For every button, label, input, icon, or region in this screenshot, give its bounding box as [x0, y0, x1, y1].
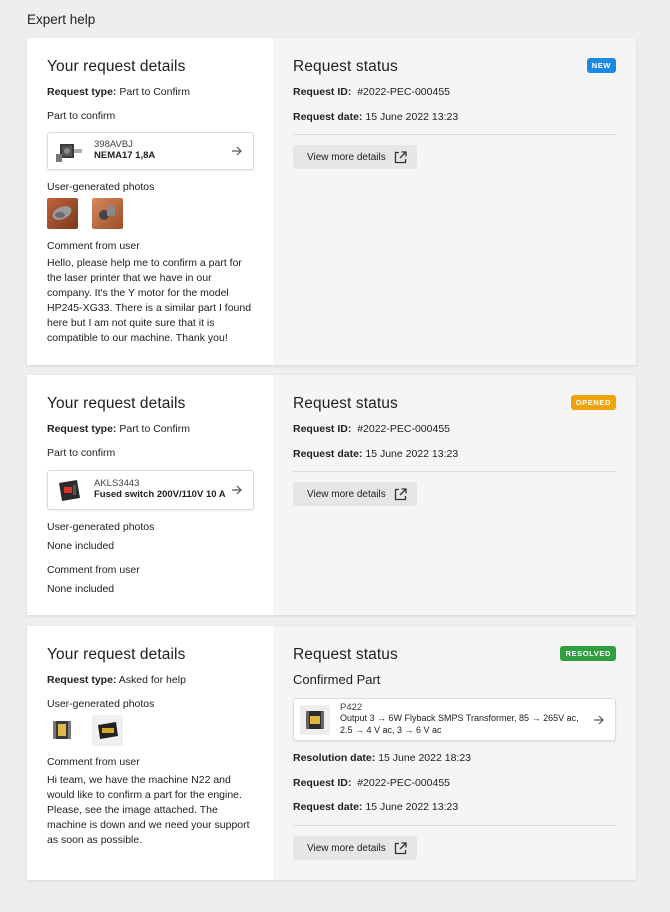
- request-id-label: Request ID:: [293, 423, 352, 435]
- fused-switch-image: [54, 475, 84, 505]
- photo-list: [47, 198, 129, 234]
- status-badge: RESOLVED: [560, 646, 616, 661]
- divider: [293, 471, 616, 472]
- request-date-label: Request date:: [293, 801, 363, 813]
- resolution-date-value: 15 June 2022 18:23: [378, 752, 472, 764]
- part-heading: Part to confirm: [47, 110, 116, 122]
- request-date-value: 15 June 2022 13:23: [365, 111, 459, 123]
- arrow-right-icon: [232, 146, 242, 156]
- status-title: Request status: [293, 58, 398, 75]
- divider: [293, 134, 616, 135]
- external-link-icon: [394, 150, 407, 163]
- request-type: Request type: Part to Confirm: [47, 423, 190, 435]
- view-more-details-button[interactable]: View more details: [293, 145, 417, 169]
- request-id-value: #2022-PEC-000455: [357, 86, 451, 98]
- user-photo[interactable]: [92, 198, 124, 229]
- part-link[interactable]: 398AVBJ NEMA17 1,8A: [47, 132, 254, 170]
- part-name: Fused switch 200V/110V 10 A: [94, 489, 226, 501]
- confirmed-part-heading: Confirmed Part: [293, 672, 381, 687]
- part-code: P422: [340, 702, 363, 714]
- request-type-label: Request type:: [47, 86, 117, 98]
- request-date-value: 15 June 2022 13:23: [365, 448, 459, 460]
- part-link[interactable]: AKLS3443 Fused switch 200V/110V 10 A: [47, 470, 254, 510]
- status-badge: OPENED: [570, 395, 616, 410]
- details-title: Your request details: [47, 58, 186, 75]
- arrow-right-icon: [232, 485, 242, 495]
- part-code: AKLS3443: [94, 478, 140, 490]
- photo-list: [47, 715, 129, 751]
- details-title: Your request details: [47, 646, 186, 663]
- part-code: 398AVBJ: [94, 139, 133, 151]
- request-id: Request ID: #2022-PEC-000455: [293, 86, 450, 98]
- request-date: Request date: 15 June 2022 13:23: [293, 801, 458, 813]
- resolution-date-label: Resolution date:: [293, 752, 376, 764]
- confirmed-part-link[interactable]: P422 Output 3 → 6W Flyback SMPS Transfor…: [293, 698, 616, 741]
- request-date: Request date: 15 June 2022 13:23: [293, 111, 458, 123]
- photos-heading: User-generated photos: [47, 698, 155, 710]
- part-name: Output 3 → 6W Flyback SMPS Transformer, …: [340, 713, 579, 735]
- user-photo[interactable]: [47, 715, 78, 746]
- request-card-2: Your request details Request type: Part …: [27, 375, 636, 615]
- request-date: Request date: 15 June 2022 13:23: [293, 448, 458, 460]
- user-comment: Hi team, we have the machine N22 and wou…: [47, 774, 250, 846]
- comment-heading: Comment from user: [47, 564, 140, 576]
- divider: [293, 825, 616, 826]
- arrow-right-icon: [594, 715, 604, 724]
- request-details-panel: Your request details Request type: Part …: [27, 375, 273, 615]
- external-link-icon: [394, 487, 407, 500]
- request-status-panel: Request status NEW Request ID: #2022-PEC…: [273, 38, 636, 365]
- view-more-label: View more details: [307, 488, 386, 500]
- user-photo[interactable]: [47, 198, 78, 229]
- request-id: Request ID: #2022-PEC-000455: [293, 423, 450, 435]
- request-type: Request type: Asked for help: [47, 674, 186, 686]
- status-badge: NEW: [586, 58, 616, 73]
- request-details-panel: Your request details Request type: Part …: [27, 38, 273, 365]
- motor-image: [54, 136, 84, 166]
- request-date-label: Request date:: [293, 111, 363, 123]
- view-more-details-button[interactable]: View more details: [293, 836, 417, 860]
- photos-heading: User-generated photos: [47, 181, 155, 193]
- request-status-panel: Request status OPENED Request ID: #2022-…: [273, 375, 636, 615]
- view-more-details-button[interactable]: View more details: [293, 482, 417, 506]
- user-comment: None included: [47, 583, 115, 595]
- request-details-panel: Your request details Request type: Asked…: [27, 626, 273, 880]
- transformer-image: [300, 704, 330, 735]
- user-comment: Hello, please help me to confirm a part …: [47, 257, 252, 344]
- request-type-label: Request type:: [47, 674, 117, 686]
- request-type: Request type: Part to Confirm: [47, 86, 190, 98]
- part-name: NEMA17 1,8A: [94, 150, 156, 162]
- photos-heading: User-generated photos: [47, 521, 155, 533]
- user-photo[interactable]: [92, 715, 124, 746]
- status-title: Request status: [293, 395, 398, 412]
- comment-heading: Comment from user: [47, 240, 140, 252]
- comment-heading: Comment from user: [47, 756, 140, 768]
- request-type-value: Part to Confirm: [119, 423, 190, 435]
- page-title: Expert help: [27, 12, 96, 27]
- view-more-label: View more details: [307, 151, 386, 163]
- request-card-3: Your request details Request type: Asked…: [27, 626, 636, 880]
- request-id: Request ID: #2022-PEC-000455: [293, 777, 450, 789]
- request-id-value: #2022-PEC-000455: [357, 423, 451, 435]
- request-type-value: Part to Confirm: [119, 86, 190, 98]
- request-card-1: Your request details Request type: Part …: [27, 38, 636, 365]
- external-link-icon: [394, 841, 407, 854]
- request-id-label: Request ID:: [293, 777, 352, 789]
- request-status-panel: Request status RESOLVED Confirmed Part P…: [273, 626, 636, 880]
- request-type-value: Asked for help: [118, 674, 186, 686]
- request-id-label: Request ID:: [293, 86, 352, 98]
- view-more-label: View more details: [307, 842, 386, 854]
- part-heading: Part to confirm: [47, 447, 116, 459]
- request-date-label: Request date:: [293, 448, 363, 460]
- request-id-value: #2022-PEC-000455: [357, 777, 451, 789]
- photos-none: None included: [47, 540, 115, 552]
- resolution-date: Resolution date: 15 June 2022 18:23: [293, 752, 471, 764]
- request-date-value: 15 June 2022 13:23: [365, 801, 459, 813]
- request-type-label: Request type:: [47, 423, 117, 435]
- details-title: Your request details: [47, 395, 186, 412]
